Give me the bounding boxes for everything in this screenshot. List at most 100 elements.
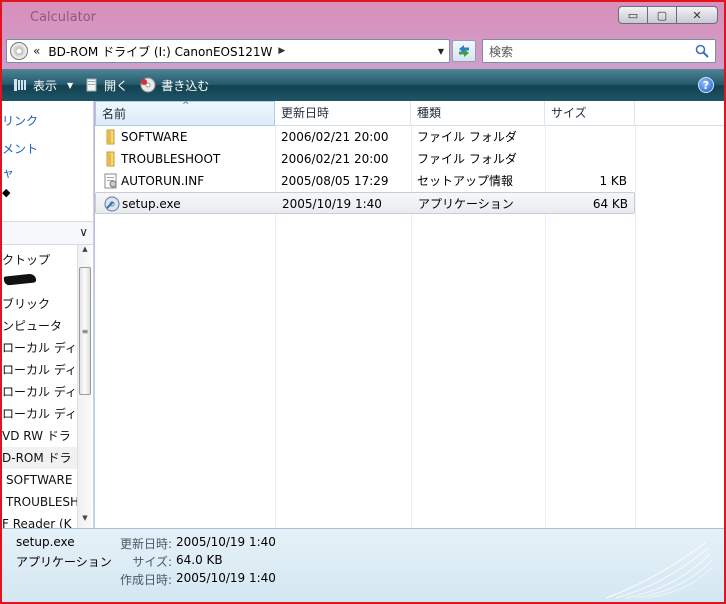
command-toolbar: 表示 ▼ 開く 書き込む ? — [2, 69, 724, 101]
file-name: setup.exe — [122, 197, 181, 211]
details-created-label: 作成日時: — [119, 573, 172, 587]
details-file-name: setup.exe — [16, 535, 75, 549]
tree-item-public[interactable]: ブリック — [2, 293, 78, 315]
tree-item-dvd-rw-drive[interactable]: VD RW ドラ — [2, 425, 78, 447]
address-dropdown-icon[interactable]: ▼ — [433, 40, 449, 62]
caption-buttons: ▭ ▢ ✕ — [618, 6, 718, 24]
open-button[interactable]: 開く — [85, 77, 128, 94]
file-size: 64 KB — [592, 197, 628, 211]
folder-icon — [106, 129, 115, 145]
burn-disc-icon — [140, 77, 156, 93]
column-size-label: サイズ — [551, 106, 587, 120]
favorite-link-other[interactable]: ャ — [2, 164, 14, 181]
file-date: 2005/08/05 17:29 — [281, 174, 389, 188]
file-name: SOFTWARE — [121, 130, 188, 144]
tree-item-local-disk[interactable]: ローカル ディ — [2, 359, 78, 381]
tree-item-local-disk[interactable]: ローカル ディ — [2, 337, 78, 359]
more-links-icon[interactable]: ◆ — [2, 186, 10, 199]
column-header-type[interactable]: 種類 — [411, 101, 545, 126]
view-dropdown-icon[interactable]: ▼ — [67, 81, 73, 90]
details-modified-label: 更新日時: — [119, 537, 172, 551]
file-type: アプリケーション — [418, 197, 514, 211]
file-row-setup-exe[interactable]: setup.exe 2005/10/19 1:40 アプリケーション 64 KB — [95, 192, 635, 214]
file-list: 名前 ^ 更新日時 種類 サイズ SOFTWARE 2006/02/21 20:… — [95, 101, 724, 528]
background-window-title: Calculator — [30, 10, 97, 25]
tree-item-software[interactable]: SOFTWARE — [2, 469, 78, 491]
file-size: 1 KB — [599, 174, 627, 188]
file-size — [547, 148, 627, 170]
file-row-software[interactable]: SOFTWARE 2006/02/21 20:00 ファイル フォルダ — [95, 126, 635, 148]
file-row-autorun[interactable]: AUTORUN.INF 2005/08/05 17:29 セットアップ情報 1 … — [95, 170, 635, 192]
chevron-down-icon[interactable]: ∨ — [79, 225, 88, 239]
burn-button[interactable]: 書き込む — [140, 77, 209, 94]
column-header-date[interactable]: 更新日時 — [275, 101, 411, 126]
file-row-troubleshoot[interactable]: TROUBLESHOOT 2006/02/21 20:00 ファイル フォルダ — [95, 148, 635, 170]
breadcrumb-path[interactable]: BD-ROM ドライブ (I:) CanonEOS121W — [48, 43, 272, 60]
column-divider — [635, 126, 636, 528]
help-icon[interactable]: ? — [698, 77, 714, 93]
column-header-name[interactable]: 名前 ^ — [95, 101, 275, 126]
nav-scrollbar[interactable]: ▲ ≡ ▼ — [77, 245, 91, 528]
file-name: TROUBLESHOOT — [121, 152, 221, 166]
view-button[interactable]: 表示 ▼ — [14, 77, 73, 94]
setup-info-icon — [104, 173, 117, 189]
search-field[interactable]: 検索 — [482, 39, 716, 63]
open-icon — [86, 78, 97, 92]
open-label: 開く — [104, 78, 129, 93]
details-size-label: サイズ: — [132, 555, 172, 569]
close-button[interactable]: ✕ — [676, 6, 718, 24]
sort-ascending-icon: ^ — [182, 101, 190, 111]
file-type: ファイル フォルダ — [417, 130, 517, 144]
address-bar[interactable]: « BD-ROM ドライブ (I:) CanonEOS121W ▶ ▼ — [6, 39, 450, 63]
burn-label: 書き込む — [161, 78, 210, 93]
tree-item-desktop[interactable]: クトップ — [2, 249, 78, 271]
details-size-value: 64.0 KB — [176, 553, 223, 567]
folder-tree: クトップ ブリック ンピュータ ローカル ディ ローカル ディ ローカル ディ … — [2, 249, 78, 528]
explorer-window: Calculator ▭ ▢ ✕ « BD-ROM ドライブ (I:) Cano… — [0, 0, 726, 604]
search-placeholder: 検索 — [489, 44, 514, 59]
column-type-label: 種類 — [417, 106, 442, 120]
address-row: « BD-ROM ドライブ (I:) CanonEOS121W ▶ ▼ 検索 — [2, 38, 724, 66]
file-size — [547, 126, 627, 148]
scrollbar-thumb[interactable]: ≡ — [79, 267, 91, 395]
details-created-value: 2005/10/19 1:40 — [176, 571, 276, 585]
scroll-up-icon[interactable]: ▲ — [78, 245, 92, 259]
favorite-link-links[interactable]: リンク — [2, 112, 38, 129]
file-date: 2006/02/21 20:00 — [281, 152, 389, 166]
tree-item-local-disk[interactable]: ローカル ディ — [2, 403, 78, 425]
decorative-swoosh — [605, 541, 714, 599]
title-bar[interactable]: Calculator ▭ ▢ ✕ — [2, 2, 724, 36]
tree-item-bd-rom-drive[interactable]: D-ROM ドラ — [2, 447, 78, 469]
minimize-button[interactable]: ▭ — [618, 6, 648, 24]
folders-header[interactable]: ∨ — [2, 221, 93, 245]
column-name-label: 名前 — [102, 107, 127, 121]
view-label: 表示 — [33, 78, 58, 93]
tree-item-computer[interactable]: ンピュータ — [2, 315, 78, 337]
breadcrumb-arrow-icon[interactable]: ▶ — [278, 46, 285, 56]
search-icon[interactable] — [695, 44, 709, 58]
file-type: セットアップ情報 — [417, 174, 514, 188]
favorite-link-documents[interactable]: メント — [2, 140, 38, 157]
view-icon — [14, 79, 26, 91]
details-pane: setup.exe アプリケーション 更新日時: 2005/10/19 1:40… — [2, 528, 724, 602]
navigation-pane: リンク メント ャ ◆ ∨ クトップ ブリック ンピュータ ローカル ディ ロー… — [2, 101, 94, 528]
refresh-icon — [459, 45, 469, 57]
column-header-size[interactable]: サイズ — [545, 101, 635, 126]
tree-item-troubleshoot[interactable]: TROUBLESH — [2, 491, 78, 513]
column-date-label: 更新日時 — [281, 106, 330, 120]
tree-item-reader[interactable]: F Reader (K — [2, 513, 78, 528]
setup-exe-icon — [104, 196, 120, 212]
maximize-button[interactable]: ▢ — [647, 6, 677, 24]
cd-drive-icon — [10, 42, 28, 60]
refresh-button[interactable] — [452, 40, 476, 62]
file-name: AUTORUN.INF — [121, 174, 205, 188]
tree-item-local-disk[interactable]: ローカル ディ — [2, 381, 78, 403]
file-type: ファイル フォルダ — [417, 152, 517, 166]
details-modified-value: 2005/10/19 1:40 — [176, 535, 276, 549]
folder-icon — [106, 151, 115, 167]
scroll-down-icon[interactable]: ▼ — [78, 514, 92, 528]
file-date: 2006/02/21 20:00 — [281, 130, 389, 144]
column-header-row: 名前 ^ 更新日時 種類 サイズ — [95, 101, 724, 126]
file-date: 2005/10/19 1:40 — [282, 197, 382, 211]
breadcrumb-overflow[interactable]: « — [33, 44, 40, 58]
